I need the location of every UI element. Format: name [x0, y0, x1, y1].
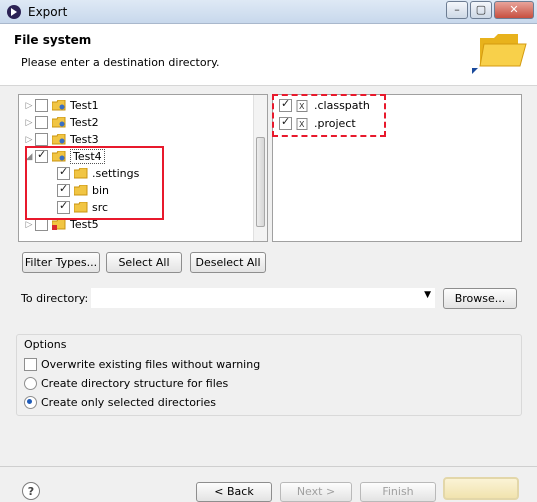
- overwrite-checkbox[interactable]: [24, 357, 37, 371]
- finish-button[interactable]: Finish: [360, 482, 436, 502]
- default-action-button[interactable]: [443, 477, 519, 500]
- project-folder-error-icon: [52, 219, 66, 230]
- highlight-box-right: [272, 94, 386, 137]
- checkbox[interactable]: [35, 116, 48, 129]
- expand-arrow-icon[interactable]: ▷: [23, 101, 35, 111]
- create-structure-radio[interactable]: [24, 376, 37, 390]
- tree-item-label: Test1: [70, 99, 99, 112]
- arrow-decoration-icon: [470, 66, 480, 76]
- options-title: Options: [24, 338, 67, 351]
- overwrite-label: Overwrite existing files without warning: [41, 357, 261, 371]
- highlight-box-left: [25, 146, 164, 220]
- checkbox[interactable]: [35, 99, 48, 112]
- select-all-button[interactable]: Select All: [106, 252, 182, 273]
- to-directory-combo[interactable]: ▼: [91, 288, 435, 308]
- maximize-button[interactable]: ▢: [470, 1, 492, 19]
- expand-arrow-icon[interactable]: ▷: [23, 118, 35, 128]
- help-icon[interactable]: ?: [22, 482, 40, 500]
- close-button[interactable]: ✕: [494, 1, 534, 19]
- project-folder-icon: [52, 117, 66, 128]
- browse-button[interactable]: Browse...: [443, 288, 517, 309]
- next-button[interactable]: Next >: [280, 482, 352, 502]
- create-selected-option[interactable]: Create only selected directories: [24, 394, 216, 410]
- dropdown-arrow-icon[interactable]: ▼: [424, 290, 431, 300]
- expand-arrow-icon[interactable]: ▷: [23, 135, 35, 145]
- create-selected-label: Create only selected directories: [41, 395, 216, 409]
- tree-item-label: Test2: [70, 116, 99, 129]
- page-title: File system: [14, 33, 92, 47]
- tree-item-label: Test3: [70, 133, 99, 146]
- scrollbar-thumb[interactable]: [256, 137, 265, 227]
- expand-arrow-icon[interactable]: ▷: [23, 220, 35, 230]
- eclipse-app-icon: [6, 4, 22, 20]
- folder-banner-icon: [478, 30, 528, 70]
- page-subtitle: Please enter a destination directory.: [21, 56, 220, 69]
- create-selected-radio[interactable]: [24, 395, 37, 409]
- back-button[interactable]: < Back: [196, 482, 272, 502]
- tree-scrollbar[interactable]: [253, 95, 267, 241]
- overwrite-option[interactable]: Overwrite existing files without warning: [24, 356, 260, 372]
- checkbox[interactable]: [35, 133, 48, 146]
- to-directory-label: To directory:: [21, 292, 89, 305]
- project-folder-icon: [52, 100, 66, 111]
- minimize-button[interactable]: –: [446, 1, 468, 19]
- tree-item[interactable]: ▷ Test2: [23, 114, 99, 131]
- deselect-all-button[interactable]: Deselect All: [190, 252, 266, 273]
- create-structure-label: Create directory structure for files: [41, 376, 229, 390]
- footer-divider: [0, 466, 537, 467]
- window-title: Export: [28, 5, 68, 19]
- tree-item[interactable]: ▷ Test1: [23, 97, 99, 114]
- create-structure-option[interactable]: Create directory structure for files: [24, 375, 228, 391]
- filter-types-button[interactable]: Filter Types...: [22, 252, 100, 273]
- project-folder-icon: [52, 134, 66, 145]
